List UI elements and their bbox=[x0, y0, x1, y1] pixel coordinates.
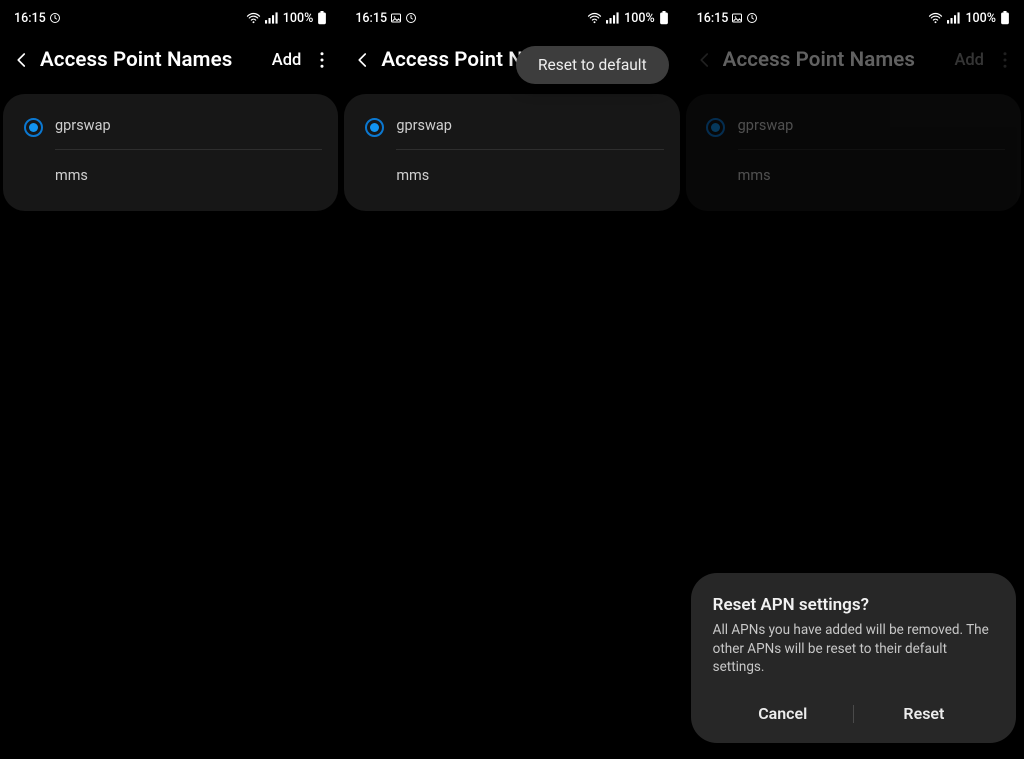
battery-icon bbox=[317, 11, 327, 25]
wifi-icon bbox=[587, 12, 602, 24]
back-button[interactable] bbox=[8, 46, 36, 74]
apn-item-gprswap[interactable]: gprswap bbox=[3, 108, 338, 145]
apn-label: mms bbox=[55, 167, 322, 186]
signal-icon bbox=[265, 12, 279, 24]
apn-item-mms[interactable]: mms bbox=[344, 158, 679, 195]
status-bar: 16:15 100% bbox=[341, 0, 682, 32]
menu-reset-to-default[interactable]: Reset to default bbox=[516, 46, 669, 84]
signal-icon bbox=[606, 12, 620, 24]
back-button[interactable] bbox=[691, 46, 719, 74]
screen-apn-dialog: 16:15 100% bbox=[683, 0, 1024, 759]
battery-icon bbox=[659, 11, 669, 25]
clock-icon bbox=[49, 12, 61, 24]
radio-selected-icon[interactable] bbox=[706, 118, 725, 137]
clock-icon bbox=[746, 12, 758, 24]
status-time: 16:15 bbox=[355, 11, 387, 26]
more-button[interactable] bbox=[311, 46, 333, 74]
apn-label: gprswap bbox=[55, 117, 322, 136]
page-title: Access Point Names bbox=[40, 48, 262, 72]
radio-selected-icon[interactable] bbox=[365, 118, 384, 137]
add-button[interactable]: Add bbox=[948, 45, 990, 76]
apn-item-gprswap[interactable]: gprswap bbox=[686, 108, 1021, 145]
apn-item-gprswap[interactable]: gprswap bbox=[344, 108, 679, 145]
radio-selected-icon[interactable] bbox=[24, 118, 43, 137]
apn-label: gprswap bbox=[738, 117, 1005, 136]
dialog-body: All APNs you have added will be removed.… bbox=[713, 621, 994, 676]
battery-text: 100% bbox=[283, 11, 314, 26]
status-time: 16:15 bbox=[697, 11, 729, 26]
back-button[interactable] bbox=[349, 46, 377, 74]
cancel-button[interactable]: Cancel bbox=[713, 694, 853, 733]
page-title: Access Point Names bbox=[723, 48, 945, 72]
screen-apn-list: 16:15 100% Acce bbox=[0, 0, 341, 759]
add-button[interactable]: Add bbox=[266, 45, 308, 76]
signal-icon bbox=[947, 12, 961, 24]
title-bar: Access Point Names Add bbox=[683, 32, 1024, 88]
apn-label: mms bbox=[738, 167, 1005, 186]
apn-label: gprswap bbox=[396, 117, 663, 136]
screen-apn-menu-open: 16:15 100% bbox=[341, 0, 682, 759]
clock-icon bbox=[405, 12, 417, 24]
image-icon bbox=[390, 12, 402, 24]
apn-card: gprswap mms bbox=[686, 94, 1021, 211]
battery-text: 100% bbox=[965, 11, 996, 26]
divider bbox=[55, 149, 322, 150]
divider bbox=[396, 149, 663, 150]
dialog-title: Reset APN settings? bbox=[713, 595, 994, 615]
status-bar: 16:15 100% bbox=[683, 0, 1024, 32]
divider bbox=[738, 149, 1005, 150]
apn-card: gprswap mms bbox=[344, 94, 679, 211]
reset-button[interactable]: Reset bbox=[854, 694, 994, 733]
reset-apn-dialog: Reset APN settings? All APNs you have ad… bbox=[691, 573, 1016, 743]
more-button[interactable] bbox=[994, 46, 1016, 74]
image-icon bbox=[731, 12, 743, 24]
battery-icon bbox=[1000, 11, 1010, 25]
apn-card: gprswap mms bbox=[3, 94, 338, 211]
wifi-icon bbox=[246, 12, 261, 24]
title-bar: Access Point Names Add bbox=[0, 32, 341, 88]
status-time: 16:15 bbox=[14, 11, 46, 26]
apn-item-mms[interactable]: mms bbox=[686, 158, 1021, 195]
status-bar: 16:15 100% bbox=[0, 0, 341, 32]
apn-label: mms bbox=[396, 167, 663, 186]
dialog-actions: Cancel Reset bbox=[713, 694, 994, 733]
wifi-icon bbox=[928, 12, 943, 24]
apn-item-mms[interactable]: mms bbox=[3, 158, 338, 195]
battery-text: 100% bbox=[624, 11, 655, 26]
